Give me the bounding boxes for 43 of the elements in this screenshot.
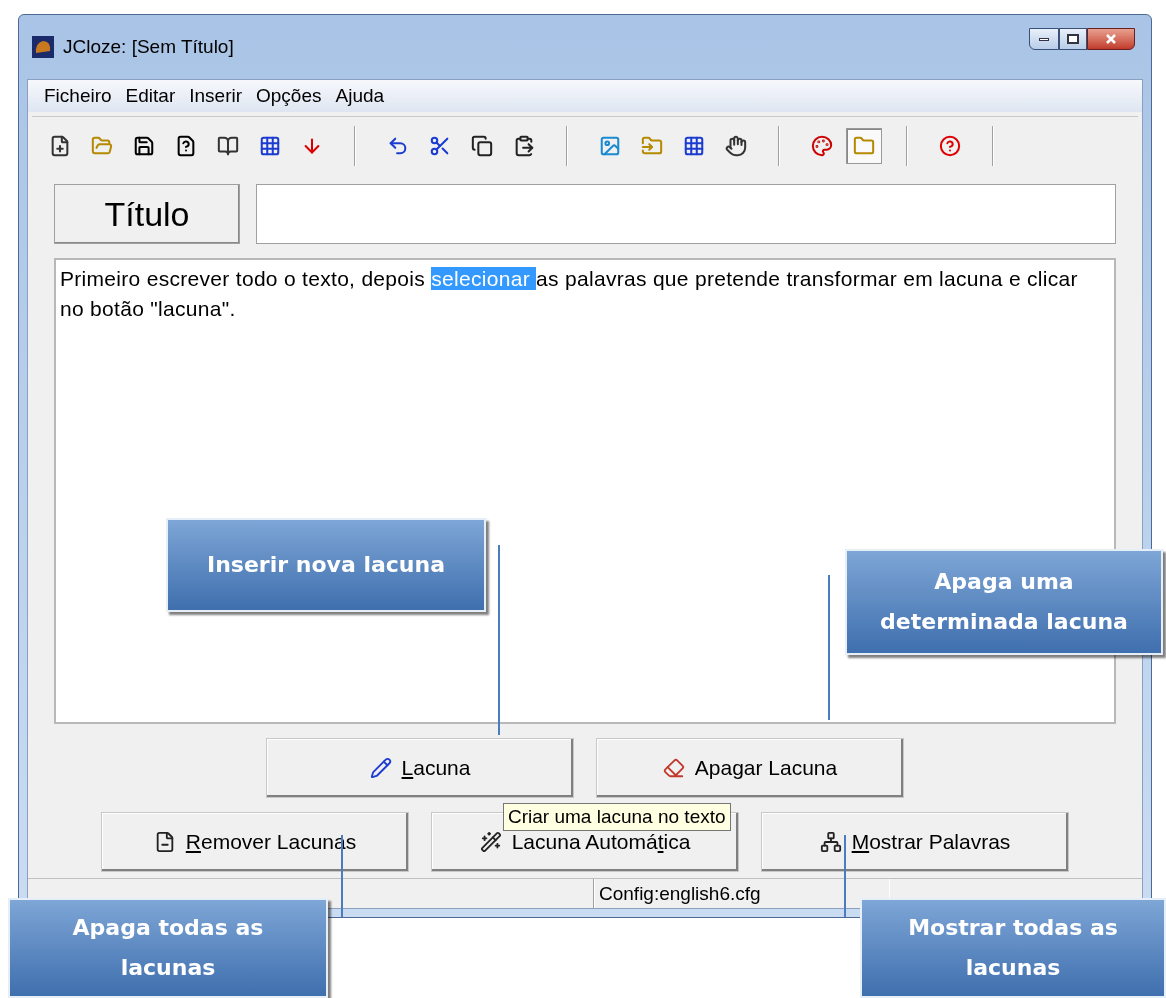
window-title: JCloze: [Sem Título] [63,34,234,59]
new-file-icon [49,134,71,157]
eraser-icon [662,757,685,779]
grid-icon [259,134,281,157]
menu-item[interactable]: Editar [119,81,182,111]
hand-icon [725,134,747,157]
book-icon [217,134,239,157]
tree-icon [819,831,842,853]
paste-icon [513,134,535,157]
maximize-button[interactable] [1059,28,1087,50]
image-icon [599,134,621,157]
editor-text: Primeiro escrever todo o texto, depois selecionar as palavras que pretende transformar em lacuna e clicar no botão "lacuna". [60,266,1079,322]
palette-icon [811,134,833,157]
minimize-icon [1039,37,1049,41]
wand-icon [479,831,502,853]
title-label: Título [54,184,240,244]
help-icon [939,134,961,157]
action-button[interactable]: Mostrar Palavras [761,812,1069,872]
folder-icon [853,134,875,157]
save-as-icon [175,134,197,157]
callout: Mostrar todas as lacunas [860,898,1166,998]
save-icon [133,134,155,157]
cut-icon [429,134,451,157]
title-input-field[interactable] [256,184,1116,244]
close-icon [1105,33,1117,45]
action-button[interactable]: Apagar Lacuna [596,738,904,798]
maximize-icon [1067,34,1079,44]
folder-icon [91,134,113,157]
callout: Apaga todas as lacunas [8,898,328,998]
menu-item[interactable]: Opções [250,81,328,111]
callout: Inserir nova lacuna [166,518,486,612]
action-button[interactable]: Lacuna [266,738,574,798]
selected-text: selecionar [431,267,537,290]
tooltip: Criar uma lacuna no texto [503,803,731,831]
copy-icon [471,134,493,157]
callout: Apaga uma determinada lacuna [845,549,1163,655]
menu-item[interactable]: Ajuda [329,81,391,111]
pencil-icon [369,757,392,779]
minimize-button[interactable] [1029,28,1059,50]
menu-item[interactable]: Ficheiro [38,81,118,111]
close-button[interactable] [1087,28,1135,50]
menu-item[interactable]: Inserir [183,81,248,111]
app-icon [31,35,55,59]
